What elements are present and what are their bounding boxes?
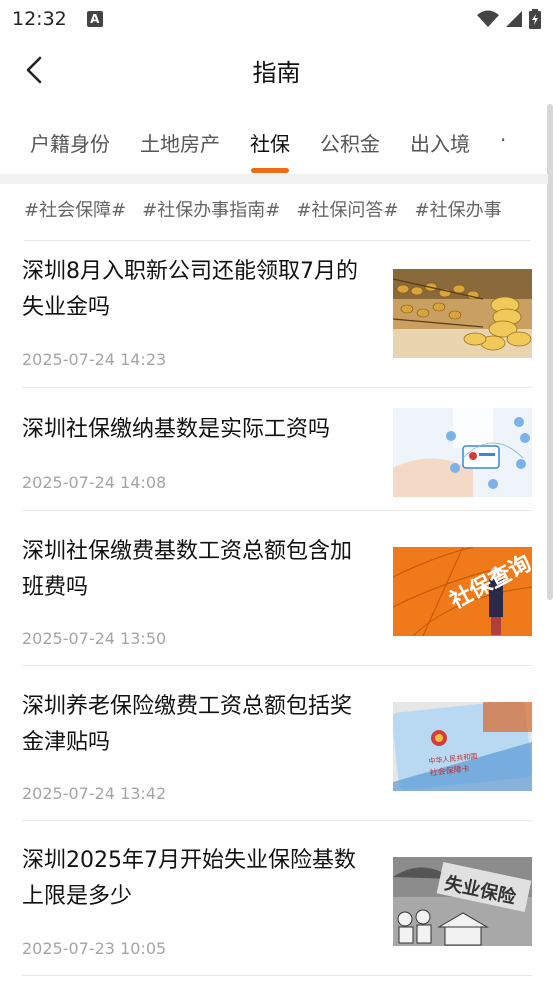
article-date: 2025-07-24 14:08 (22, 473, 167, 492)
article-date: 2025-07-23 10:05 (22, 939, 167, 958)
tab-more[interactable]: · (500, 112, 506, 174)
tab-churujing[interactable]: 出入境 (410, 112, 470, 174)
article-thumbnail: 失业保险 (393, 857, 532, 946)
article-thumbnail: 社保查询 (393, 547, 532, 636)
page-title: 指南 (252, 58, 301, 87)
tag-divider (24, 240, 530, 241)
article-item[interactable]: 深圳社保缴费基数工资总额包含加班费吗 2025-07-24 13:50 社保查询 (22, 534, 532, 666)
tab-shebao[interactable]: 社保 (250, 112, 290, 174)
article-date: 2025-07-24 14:23 (22, 350, 167, 369)
chevron-left-icon (26, 56, 42, 84)
signal-icon (506, 11, 522, 27)
category-tabs: 户籍身份 土地房产 社保 公积金 出入境 · (0, 112, 553, 174)
article-thumbnail (393, 408, 532, 497)
status-time: 12:32 (12, 8, 67, 30)
article-item[interactable]: 深圳社保缴纳基数是实际工资吗 2025-07-24 14:08 (22, 389, 532, 511)
battery-icon (529, 9, 541, 29)
nav-bar: 指南 (0, 38, 553, 102)
wifi-icon (477, 10, 499, 27)
article-date: 2025-07-24 13:50 (22, 629, 167, 648)
notification-a-icon: A (86, 11, 103, 27)
article-thumbnail: 中华人民共和国 社会保障卡 (393, 702, 532, 791)
article-title: 深圳养老保险缴费工资总额包括奖金津贴吗 (22, 694, 353, 755)
tag-item[interactable]: #社保办事指南# (142, 196, 280, 230)
article-title: 深圳社保缴费基数工资总额包含加班费吗 (22, 539, 353, 600)
article-item[interactable]: 深圳2025年7月开始失业保险基数上限是多少 2025-07-23 10:05 … (22, 843, 532, 976)
article-title: 深圳2025年7月开始失业保险基数上限是多少 (22, 848, 356, 909)
article-title: 深圳8月入职新公司还能领取7月的失业金吗 (22, 259, 358, 320)
section-divider (0, 174, 548, 184)
tab-gongjijin[interactable]: 公积金 (320, 112, 380, 174)
article-thumbnail (393, 269, 532, 358)
active-tab-indicator (251, 168, 289, 173)
tab-tudi[interactable]: 土地房产 (140, 112, 220, 174)
tag-item[interactable]: #社保问答# (296, 196, 398, 230)
tab-huji[interactable]: 户籍身份 (30, 112, 110, 174)
article-title: 深圳社保缴纳基数是实际工资吗 (22, 417, 331, 442)
tag-row: #社会保障# #社保办事指南# #社保问答# #社保办事 (24, 196, 534, 230)
status-bar: 12:32 A (0, 0, 553, 38)
back-button[interactable] (18, 52, 50, 88)
article-item[interactable]: 深圳8月入职新公司还能领取7月的失业金吗 2025-07-24 14:23 (22, 254, 532, 388)
tag-item[interactable]: #社保办事 (415, 196, 502, 230)
article-item[interactable]: 深圳养老保险缴费工资总额包括奖金津贴吗 2025-07-24 13:42 中华人… (22, 689, 532, 821)
tag-item[interactable]: #社会保障# (24, 196, 126, 230)
article-date: 2025-07-24 13:42 (22, 784, 167, 803)
